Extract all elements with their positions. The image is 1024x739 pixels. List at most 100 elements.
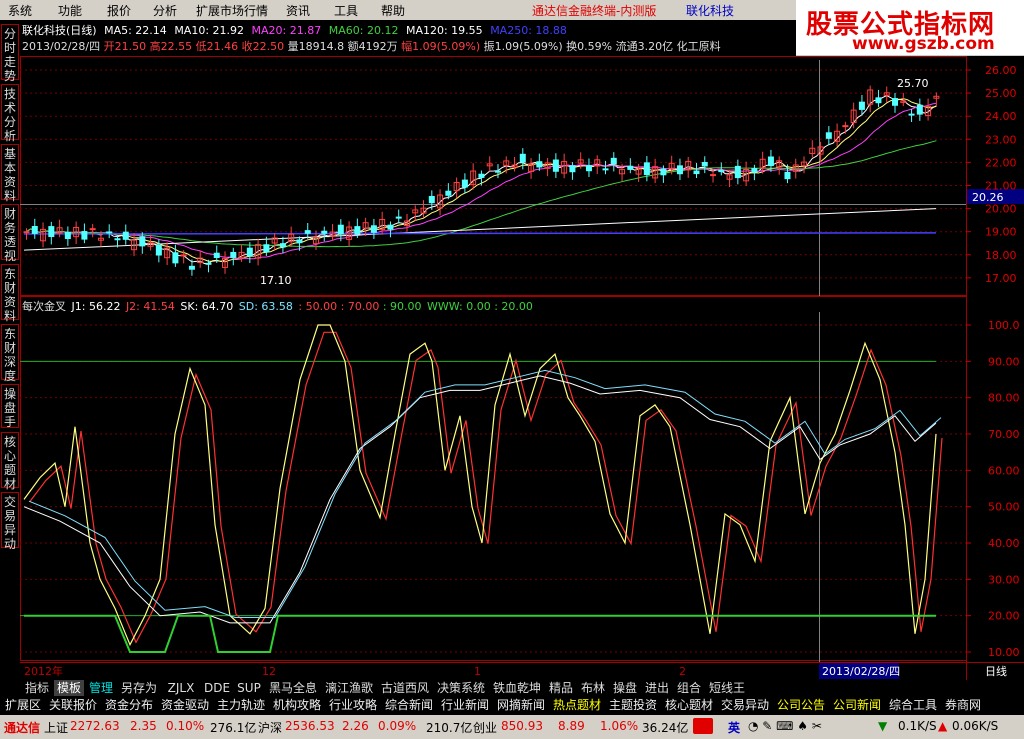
indicator-tab-1[interactable]: 模板: [54, 680, 84, 696]
kdj-panel-frame: [20, 296, 967, 661]
price-info-row-1: 联化科技(日线) MA5: 22.14 MA10: 21.92 MA20: 21…: [22, 22, 567, 38]
period-label[interactable]: 日线: [985, 664, 1007, 678]
extension-tab-16[interactable]: 综合工具: [886, 697, 940, 713]
extension-tab-11[interactable]: 主题投资: [606, 697, 660, 713]
ime-punct-icon[interactable]: ◔ ✎ ⌨ ♠ ✂: [748, 719, 822, 733]
candle-body: [908, 113, 915, 116]
extension-tab-1[interactable]: 关联报价: [46, 697, 100, 713]
candle-body: [122, 231, 129, 240]
indicator-tab-2[interactable]: 管理: [86, 680, 116, 696]
open-value: 开21.50: [103, 40, 147, 53]
stock-title: 联化科技: [686, 4, 735, 18]
extension-tab-15[interactable]: 公司新闻: [830, 697, 884, 713]
candle-body: [180, 254, 187, 257]
side-tab-core-theme[interactable]: 核心题材: [1, 432, 19, 491]
side-tab-intraday[interactable]: 分时走势: [1, 24, 19, 83]
menu-news[interactable]: 资讯: [286, 2, 310, 19]
price-y-label: 23.00: [985, 133, 1017, 146]
low-value: 低21.46: [195, 40, 239, 53]
sh-label: 上证: [44, 721, 69, 735]
sh-pct: 0.10%: [166, 719, 205, 733]
price-title: 联化科技(日线): [22, 24, 97, 37]
chart-area[interactable]: 25.70 17.10 2012年 12 1 2 2013/02/28/四 日线…: [20, 56, 1024, 680]
indicator-tab-11[interactable]: 铁血乾坤: [490, 680, 544, 696]
menu-help[interactable]: 帮助: [381, 2, 405, 19]
high-value: 高22.55: [149, 40, 193, 53]
upload-arrow-icon: ▲: [938, 719, 948, 733]
candle-body: [519, 153, 526, 163]
ma250-line: [23, 232, 937, 235]
indicator-tab-16[interactable]: 组合: [674, 680, 704, 696]
candle-body: [585, 165, 592, 172]
extension-tab-7[interactable]: 综合新闻: [382, 697, 436, 713]
indicator-tab-17[interactable]: 短线王: [706, 680, 748, 696]
side-tab-basic-info[interactable]: 基本资料: [1, 144, 19, 203]
extension-tab-5[interactable]: 机构攻略: [270, 697, 324, 713]
extension-tab-12[interactable]: 核心题材: [662, 697, 716, 713]
turnover-value: 换0.59%: [566, 40, 613, 53]
kdj-y-label: 80.00: [988, 392, 1020, 405]
indicator-tab-12[interactable]: 精品: [546, 680, 576, 696]
side-tab-trade-anomaly[interactable]: 交易异动: [1, 492, 19, 551]
menu-analysis[interactable]: 分析: [153, 2, 177, 19]
indicator-tab-6[interactable]: SUP: [234, 680, 264, 696]
volume-value: 量18914.8: [287, 40, 345, 53]
indicator-tab-4[interactable]: ZJLX: [162, 680, 200, 696]
side-tab-eastmoney-depth[interactable]: 东财深度: [1, 324, 19, 383]
current-date-label: 2013/02/28/四: [822, 665, 900, 678]
extension-tab-9[interactable]: 网摘新闻: [494, 697, 548, 713]
candle-body: [205, 262, 212, 265]
side-tab-trader[interactable]: 操盘手: [1, 384, 19, 429]
ime-s-icon[interactable]: [693, 718, 713, 734]
kdj-y-label: 90.00: [988, 355, 1020, 368]
side-tab-technical[interactable]: 技术分析: [1, 84, 19, 143]
float-shares-value: 流通3.20亿: [615, 40, 674, 53]
side-tab-finance[interactable]: 财务透视: [1, 204, 19, 263]
sh-amount: 276.1亿: [210, 721, 257, 735]
sz-label: 沪深: [258, 721, 283, 735]
indicator-tab-13[interactable]: 布林: [578, 680, 608, 696]
sh-change: 2.35: [130, 719, 157, 733]
candle-body: [693, 170, 700, 175]
indicator-tab-14[interactable]: 操盘: [610, 680, 640, 696]
extension-tab-8[interactable]: 行业新闻: [438, 697, 492, 713]
indicator-tab-5[interactable]: DDE: [202, 680, 232, 696]
amplitude-value: 振1.09(5.09%): [483, 40, 563, 53]
candle-body: [892, 98, 899, 106]
price-y-label: 22.00: [985, 156, 1017, 169]
ime-mode[interactable]: 英: [728, 719, 740, 736]
indicator-tab-7[interactable]: 黑马全息: [266, 680, 320, 696]
extension-tab-2[interactable]: 资金分布: [102, 697, 156, 713]
menu-quote[interactable]: 报价: [107, 2, 131, 19]
menu-function[interactable]: 功能: [58, 2, 82, 19]
menu-extended-market[interactable]: 扩展市场行情: [196, 2, 268, 19]
extension-tab-10[interactable]: 热点题材: [550, 697, 604, 713]
extension-tab-3[interactable]: 资金驱动: [158, 697, 212, 713]
indicator-tab-10[interactable]: 决策系统: [434, 680, 488, 696]
extension-tab-4[interactable]: 主力轨迹: [214, 697, 268, 713]
candle-body: [304, 230, 311, 234]
price-y-label: 24.00: [985, 110, 1017, 123]
high-price-label: 25.70: [897, 77, 929, 90]
candle-body: [64, 231, 71, 240]
extension-tab-0[interactable]: 扩展区: [2, 697, 44, 713]
price-y-axis: 26.00 25.00 24.00 23.00 22.00 21.00 20.00 19.00…: [966, 64, 1017, 285]
price-y-label: 18.00: [985, 249, 1017, 262]
sk-line: [23, 375, 937, 624]
indicator-tab-9[interactable]: 古道西风: [378, 680, 432, 696]
menu-tools[interactable]: 工具: [334, 2, 358, 19]
side-tab-eastmoney-data[interactable]: 东财资料: [1, 264, 19, 323]
kdj-y-label: 30.00: [988, 573, 1020, 586]
x-label-12: 12: [262, 665, 276, 678]
indicator-tab-8[interactable]: 漓江渔歌: [322, 680, 376, 696]
price-grid: [20, 69, 966, 279]
candle-body: [784, 171, 791, 180]
indicator-tab-0[interactable]: 指标: [22, 680, 52, 696]
indicator-tab-15[interactable]: 进出: [642, 680, 672, 696]
extension-tab-6[interactable]: 行业攻略: [326, 697, 380, 713]
menu-system[interactable]: 系统: [8, 2, 32, 19]
extension-tab-13[interactable]: 交易异动: [718, 697, 772, 713]
indicator-tab-3[interactable]: 另存为: [118, 680, 160, 696]
extension-tab-17[interactable]: 券商网: [942, 697, 984, 713]
extension-tab-14[interactable]: 公司公告: [774, 697, 828, 713]
